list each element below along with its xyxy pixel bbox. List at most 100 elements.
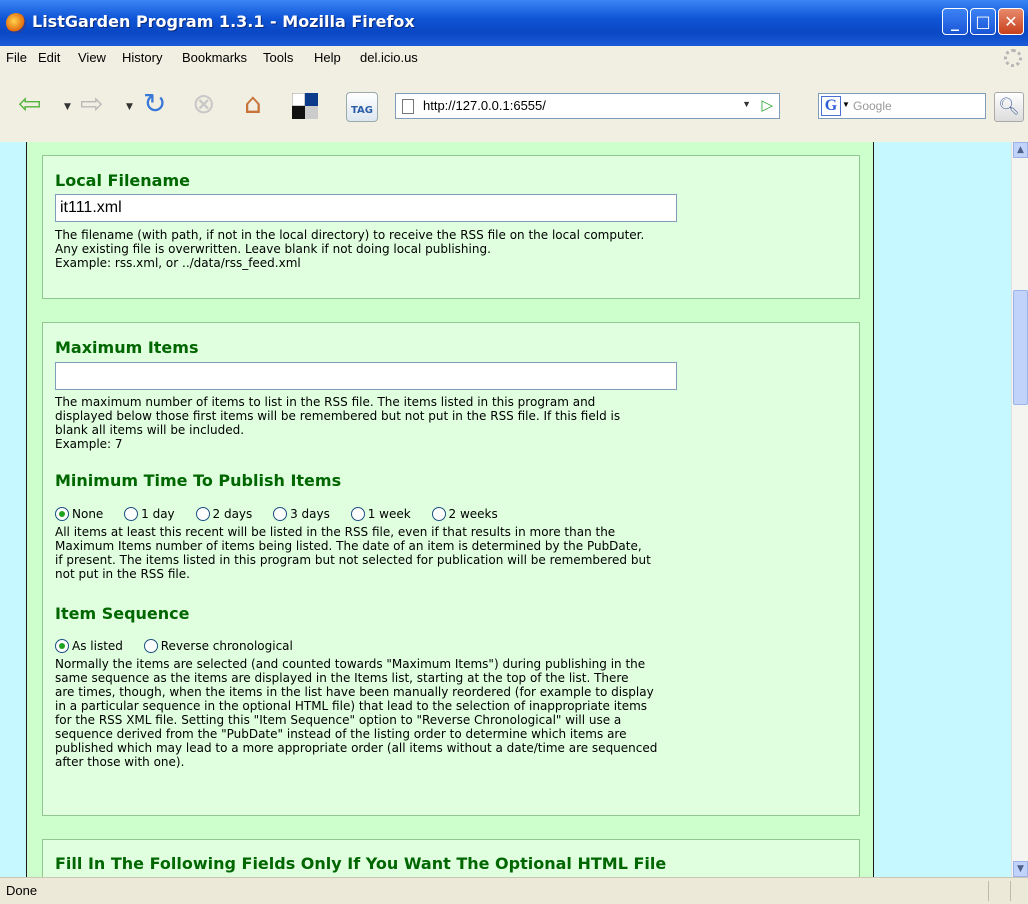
local-filename-section: Local Filename The filename (with path, … bbox=[42, 155, 860, 299]
radio-label: 1 day bbox=[141, 507, 175, 521]
menu-edit[interactable]: Edit bbox=[38, 50, 60, 65]
vertical-scrollbar[interactable]: ▲ ▼ bbox=[1011, 142, 1028, 877]
radio-button[interactable] bbox=[431, 507, 446, 521]
local-filename-desc-line: Any existing file is overwritten. Leave … bbox=[55, 242, 491, 256]
go-arrow-icon[interactable]: ▷ bbox=[761, 96, 773, 114]
scrollbar-thumb[interactable] bbox=[1013, 290, 1028, 405]
search-box[interactable]: G ▼ Google bbox=[818, 93, 986, 119]
minimum-time-desc-line: Maximum Items number of items being list… bbox=[55, 539, 642, 553]
minimize-button[interactable]: _ bbox=[942, 8, 968, 35]
maximum-items-input[interactable] bbox=[55, 362, 677, 390]
minimum-time-description: All items at least this recent will be l… bbox=[55, 525, 845, 581]
radio-label: Reverse chronological bbox=[160, 639, 293, 653]
item-sequence-heading: Item Sequence bbox=[55, 604, 190, 623]
page-content: Local Filename The filename (with path, … bbox=[26, 142, 874, 877]
navigation-toolbar: ⇦ ▼ ⇨ ▼ ↻ ⊗ ⌂ TAG http://127.0.0.1:6555/… bbox=[0, 70, 1028, 143]
html-file-heading: Fill In The Following Fields Only If You… bbox=[55, 854, 667, 873]
radio-button[interactable] bbox=[195, 507, 210, 521]
search-placeholder[interactable]: Google bbox=[853, 99, 892, 113]
item-sequence-desc-line: Normally the items are selected (and cou… bbox=[55, 657, 646, 671]
delicious-icon-graphic bbox=[291, 92, 318, 119]
back-arrow-icon[interactable]: ⇦ bbox=[18, 89, 41, 119]
item-sequence-desc-line: for the RSS XML file. Setting this "Item… bbox=[55, 713, 622, 727]
menu-history[interactable]: History bbox=[122, 50, 162, 65]
item-sequence-desc-line: sequence derived from the "PubDate" inst… bbox=[55, 727, 627, 741]
menu-file[interactable]: File bbox=[6, 50, 27, 65]
item-sequence-description: Normally the items are selected (and cou… bbox=[55, 657, 845, 769]
radio-label: 2 days bbox=[212, 507, 253, 521]
maximum-items-description: The maximum number of items to list in t… bbox=[55, 395, 845, 451]
delicious-icon[interactable] bbox=[291, 92, 318, 119]
forward-arrow-icon[interactable]: ⇨ bbox=[80, 89, 103, 119]
minimum-time-desc-line: not put in the RSS file. bbox=[55, 567, 190, 581]
maximum-items-desc-line: blank all items will be included. bbox=[55, 423, 245, 437]
url-bar[interactable]: http://127.0.0.1:6555/ ▼ ▷ bbox=[395, 93, 780, 119]
scroll-up-arrow-icon[interactable]: ▲ bbox=[1013, 142, 1028, 158]
page-icon bbox=[402, 99, 414, 114]
radio-button[interactable] bbox=[124, 507, 139, 521]
status-divider bbox=[988, 881, 989, 901]
tag-icon-label: TAG bbox=[351, 105, 373, 116]
minimum-time-heading: Minimum Time To Publish Items bbox=[55, 471, 342, 490]
radio-as-listed[interactable]: As listed bbox=[55, 639, 123, 653]
menu-tools[interactable]: Tools bbox=[263, 50, 293, 65]
local-filename-heading: Local Filename bbox=[55, 171, 190, 190]
maximum-items-heading: Maximum Items bbox=[55, 338, 199, 357]
radio-reverse-chronological[interactable]: Reverse chronological bbox=[143, 639, 293, 653]
radio-1-week[interactable]: 1 week bbox=[350, 507, 411, 521]
radio-label: As listed bbox=[72, 639, 123, 653]
page-viewport: Local Filename The filename (with path, … bbox=[0, 142, 1028, 877]
google-engine-icon[interactable]: G bbox=[821, 96, 841, 116]
stop-icon[interactable]: ⊗ bbox=[192, 89, 215, 119]
search-magnifier-icon[interactable]: 🔍︎ bbox=[994, 92, 1024, 122]
left-margin bbox=[0, 142, 26, 877]
maximize-button[interactable]: □ bbox=[970, 8, 996, 35]
minimum-time-radio-group: None 1 day 2 days 3 days 1 week 2 weeks bbox=[55, 507, 515, 521]
window-title-bar[interactable]: ListGarden Program 1.3.1 - Mozilla Firef… bbox=[0, 0, 1028, 46]
radio-label: 1 week bbox=[367, 507, 411, 521]
firefox-icon bbox=[6, 13, 26, 33]
search-engine-dropdown-icon[interactable]: ▼ bbox=[842, 100, 850, 109]
throbber-icon bbox=[1004, 49, 1022, 67]
item-sequence-desc-line: are times, though, when the items in the… bbox=[55, 685, 654, 699]
status-text: Done bbox=[6, 883, 38, 898]
item-sequence-desc-line: published which may lead to a more appro… bbox=[55, 741, 658, 755]
tag-icon[interactable]: TAG bbox=[346, 92, 378, 122]
radio-button[interactable] bbox=[350, 507, 365, 521]
menu-bookmarks[interactable]: Bookmarks bbox=[182, 50, 247, 65]
maximum-items-desc-line: The maximum number of items to list in t… bbox=[55, 395, 596, 409]
maximum-items-desc-line: Example: 7 bbox=[55, 437, 123, 451]
close-button[interactable]: ✕ bbox=[998, 8, 1024, 35]
menu-help[interactable]: Help bbox=[314, 50, 341, 65]
radio-2-days[interactable]: 2 days bbox=[195, 507, 253, 521]
menu-view[interactable]: View bbox=[78, 50, 106, 65]
radio-button-selected[interactable] bbox=[55, 507, 69, 521]
radio-none[interactable]: None bbox=[55, 507, 103, 521]
item-sequence-desc-line: after those with one). bbox=[55, 755, 185, 769]
radio-label: 2 weeks bbox=[448, 507, 498, 521]
home-icon[interactable]: ⌂ bbox=[244, 89, 262, 119]
status-divider bbox=[1010, 881, 1011, 901]
reload-icon[interactable]: ↻ bbox=[143, 89, 166, 119]
radio-2-weeks[interactable]: 2 weeks bbox=[431, 507, 498, 521]
back-history-dropdown-icon[interactable]: ▼ bbox=[64, 102, 71, 112]
radio-1-day[interactable]: 1 day bbox=[124, 507, 175, 521]
maximum-items-desc-line: displayed below those first items will b… bbox=[55, 409, 621, 423]
radio-3-days[interactable]: 3 days bbox=[273, 507, 330, 521]
minimum-time-desc-line: All items at least this recent will be l… bbox=[55, 525, 616, 539]
radio-button-selected[interactable] bbox=[55, 639, 69, 653]
scroll-down-arrow-icon[interactable]: ▼ bbox=[1013, 861, 1028, 877]
url-text[interactable]: http://127.0.0.1:6555/ bbox=[423, 98, 546, 113]
item-sequence-desc-line: same sequence as the items are displayed… bbox=[55, 671, 629, 685]
url-history-dropdown-icon[interactable]: ▼ bbox=[742, 99, 751, 109]
item-sequence-desc-line: in a particular sequence in the optional… bbox=[55, 699, 648, 713]
html-file-section: Fill In The Following Fields Only If You… bbox=[42, 839, 860, 877]
radio-label: None bbox=[72, 507, 104, 521]
radio-button[interactable] bbox=[143, 639, 158, 653]
status-bar: Done bbox=[0, 877, 1028, 904]
local-filename-description: The filename (with path, if not in the l… bbox=[55, 228, 845, 270]
local-filename-input[interactable] bbox=[55, 194, 677, 222]
forward-history-dropdown-icon[interactable]: ▼ bbox=[126, 102, 133, 112]
radio-button[interactable] bbox=[273, 507, 288, 521]
menu-delicious[interactable]: del.icio.us bbox=[360, 50, 418, 65]
